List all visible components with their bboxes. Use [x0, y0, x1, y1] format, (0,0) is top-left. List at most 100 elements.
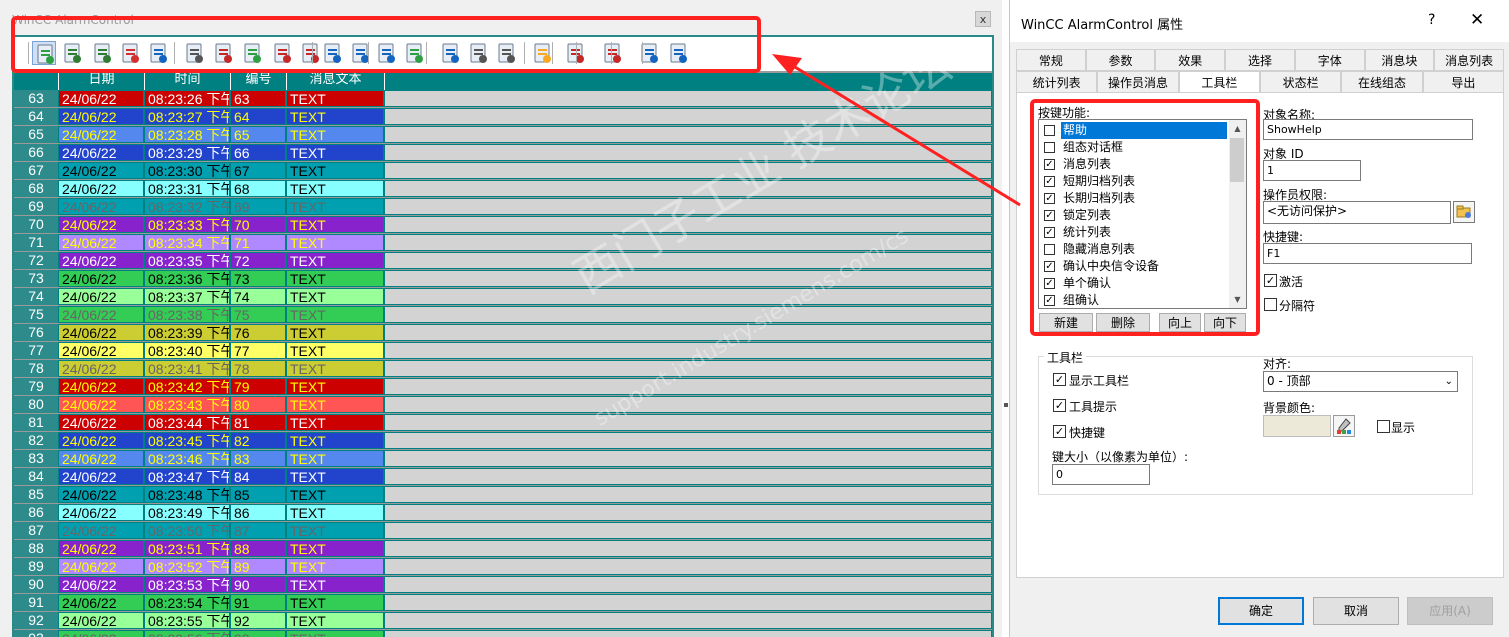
alarm-time-cell: 08:23:43 下午: [144, 396, 230, 413]
alarm-empty-cell: [384, 306, 992, 323]
alarm-window-close-button[interactable]: x: [975, 11, 991, 27]
alarm-time-cell: 08:23:27 下午: [144, 108, 230, 125]
ok-button[interactable]: 确定: [1218, 597, 1304, 625]
alarm-row[interactable]: 84 24/06/22 08:23:47 下午 84 TEXT: [14, 468, 992, 486]
alarm-date-cell: 24/06/22: [58, 594, 144, 611]
alarm-row[interactable]: 81 24/06/22 08:23:44 下午 81 TEXT: [14, 414, 992, 432]
column-header-time[interactable]: 时间: [144, 73, 230, 90]
alarm-number-cell: 69: [230, 198, 286, 215]
browse-auth-button[interactable]: [1453, 201, 1475, 223]
alarm-row[interactable]: 76 24/06/22 08:23:39 下午 76 TEXT: [14, 324, 992, 342]
alarm-time-cell: 08:23:26 下午: [144, 90, 230, 107]
alarm-number-cell: 88: [230, 540, 286, 557]
alarm-row[interactable]: 82 24/06/22 08:23:45 下午 82 TEXT: [14, 432, 992, 450]
object-name-field[interactable]: ShowHelp: [1263, 119, 1473, 140]
align-select[interactable]: 0 - 顶部 ⌄: [1263, 371, 1458, 392]
tab-3[interactable]: 选择: [1225, 49, 1295, 71]
alarm-time-cell: 08:23:42 下午: [144, 378, 230, 395]
cancel-button[interactable]: 取消: [1313, 597, 1399, 625]
alarm-time-cell: 08:23:31 下午: [144, 180, 230, 197]
help-button[interactable]: ?: [1428, 12, 1435, 28]
active-checkbox[interactable]: ✓: [1264, 274, 1277, 287]
row-number: 80: [14, 396, 58, 413]
hotkey-field[interactable]: F1: [1263, 243, 1472, 264]
alarm-date-cell: 24/06/22: [58, 630, 144, 637]
alarm-row[interactable]: 83 24/06/22 08:23:46 下午 83 TEXT: [14, 450, 992, 468]
alarm-number-cell: 73: [230, 270, 286, 287]
object-id-field[interactable]: 1: [1263, 160, 1361, 181]
alarm-row[interactable]: 79 24/06/22 08:23:42 下午 79 TEXT: [14, 378, 992, 396]
column-header-message-text[interactable]: 消息文本: [286, 73, 384, 90]
row-number: 79: [14, 378, 58, 395]
alarm-row[interactable]: 80 24/06/22 08:23:43 下午 80 TEXT: [14, 396, 992, 414]
dialog-close-button[interactable]: ✕: [1470, 10, 1484, 30]
alarm-date-cell: 24/06/22: [58, 270, 144, 287]
show-toolbar-checkbox[interactable]: ✓: [1053, 373, 1066, 386]
alarm-row[interactable]: 70 24/06/22 08:23:33 下午 70 TEXT: [14, 216, 992, 234]
operator-auth-field[interactable]: <无访问保护>: [1263, 201, 1451, 224]
alarm-message-cell: TEXT: [286, 162, 384, 179]
alarm-date-cell: 24/06/22: [58, 234, 144, 251]
alarm-row[interactable]: 71 24/06/22 08:23:34 下午 71 TEXT: [14, 234, 992, 252]
alarm-row[interactable]: 90 24/06/22 08:23:53 下午 90 TEXT: [14, 576, 992, 594]
tab-row2-5[interactable]: 导出: [1422, 71, 1504, 93]
row-number: 86: [14, 504, 58, 521]
tooltip-checkbox[interactable]: ✓: [1053, 399, 1066, 412]
column-header-date[interactable]: 日期: [58, 73, 144, 90]
row-number: 76: [14, 324, 58, 341]
alarm-empty-cell: [384, 126, 992, 143]
show-color-checkbox[interactable]: [1377, 420, 1390, 433]
alarm-table-body: 63 24/06/22 08:23:26 下午 63 TEXT 64 24/06/22 08:…: [14, 90, 992, 637]
separator-checkbox[interactable]: [1264, 298, 1277, 311]
key-size-field[interactable]: 0: [1052, 464, 1150, 485]
tab-6[interactable]: 消息列表: [1434, 49, 1504, 71]
alarm-row[interactable]: 74 24/06/22 08:23:37 下午 74 TEXT: [14, 288, 992, 306]
alarm-time-cell: 08:23:45 下午: [144, 432, 230, 449]
row-number: 90: [14, 576, 58, 593]
alarm-row[interactable]: 9324/06/2208:23:56 下午93TEXT: [14, 630, 992, 637]
tab-row2-0[interactable]: 统计列表: [1016, 71, 1098, 93]
tab-row2-4[interactable]: 在线组态: [1341, 71, 1423, 93]
alarm-time-cell: 08:23:38 下午: [144, 306, 230, 323]
alarm-row[interactable]: 85 24/06/22 08:23:48 下午 85 TEXT: [14, 486, 992, 504]
alarm-date-cell: 24/06/22: [58, 324, 144, 341]
row-number: 69: [14, 198, 58, 215]
alarm-row[interactable]: 68 24/06/22 08:23:31 下午 68 TEXT: [14, 180, 992, 198]
hotkeys-checkbox[interactable]: ✓: [1053, 425, 1066, 438]
alarm-message-cell: TEXT: [286, 378, 384, 395]
alarm-empty-cell: [384, 468, 992, 485]
alarm-row[interactable]: 67 24/06/22 08:23:30 下午 67 TEXT: [14, 162, 992, 180]
alarm-row[interactable]: 78 24/06/22 08:23:41 下午 78 TEXT: [14, 360, 992, 378]
alarm-message-cell: TEXT: [286, 432, 384, 449]
alarm-row[interactable]: 91 24/06/22 08:23:54 下午 91 TEXT: [14, 594, 992, 612]
alarm-empty-cell: [384, 288, 992, 305]
apply-button[interactable]: 应用(A): [1407, 597, 1493, 625]
tab-5[interactable]: 消息块: [1364, 49, 1435, 71]
alarm-row[interactable]: 92 24/06/22 08:23:55 下午 92 TEXT: [14, 612, 992, 630]
tab-row2-2[interactable]: 工具栏: [1178, 71, 1260, 93]
splitter-handle[interactable]: [1004, 403, 1008, 407]
tab-2[interactable]: 效果: [1155, 49, 1226, 71]
alarm-row[interactable]: 87 24/06/22 08:23:50 下午 87 TEXT: [14, 522, 992, 540]
bg-color-swatch[interactable]: [1263, 415, 1331, 437]
color-picker-button[interactable]: [1333, 415, 1355, 437]
alarm-row[interactable]: 75 24/06/22 08:23:38 下午 75 TEXT: [14, 306, 992, 324]
column-header-number[interactable]: 编号: [230, 73, 286, 90]
alarm-row[interactable]: 88 24/06/22 08:23:51 下午 88 TEXT: [14, 540, 992, 558]
tab-4[interactable]: 字体: [1294, 49, 1365, 71]
alarm-number-cell: 72: [230, 252, 286, 269]
tab-1[interactable]: 参数: [1085, 49, 1156, 71]
alarm-empty-cell: [384, 414, 992, 431]
alarm-row[interactable]: 89 24/06/22 08:23:52 下午 89 TEXT: [14, 558, 992, 576]
pane-splitter[interactable]: [1003, 0, 1008, 637]
alarm-row[interactable]: 86 24/06/22 08:23:49 下午 86 TEXT: [14, 504, 992, 522]
tab-0[interactable]: 常规: [1016, 49, 1086, 71]
alarm-number-cell: 70: [230, 216, 286, 233]
alarm-row[interactable]: 77 24/06/22 08:23:40 下午 77 TEXT: [14, 342, 992, 360]
alarm-message-cell: TEXT: [286, 144, 384, 161]
tab-row2-1[interactable]: 操作员消息: [1097, 71, 1179, 93]
alarm-row[interactable]: 69 24/06/22 08:23:32 下午 69 TEXT: [14, 198, 992, 216]
alarm-empty-cell: [384, 432, 992, 449]
dialog-title: WinCC AlarmControl 属性: [1021, 18, 1184, 33]
tab-row2-3[interactable]: 状态栏: [1260, 71, 1342, 93]
